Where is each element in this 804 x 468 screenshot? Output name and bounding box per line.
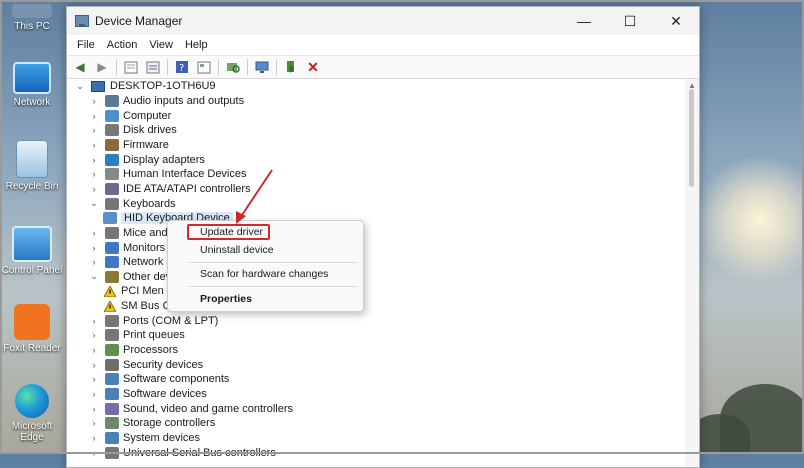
annotation-arrow-icon: [236, 169, 273, 224]
